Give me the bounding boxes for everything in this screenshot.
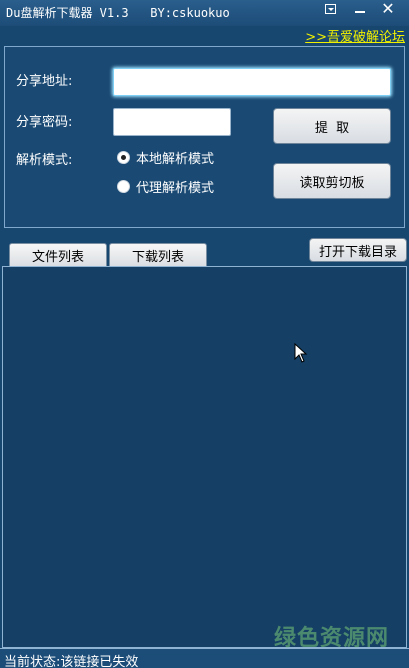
status-text: 当前状态:该链接已失效 — [4, 655, 139, 668]
parse-mode-label: 解析模式: — [16, 153, 73, 168]
list-view[interactable] — [2, 266, 407, 648]
radio-local-mode[interactable] — [117, 151, 130, 164]
share-url-label: 分享地址: — [16, 74, 73, 89]
mouse-pointer-icon — [294, 343, 308, 363]
input-panel: 分享地址: 分享密码: 解析模式: 本地解析模式 代理解析模式 提 取 读取剪切… — [4, 46, 405, 228]
open-download-dir-button[interactable]: 打开下载目录 — [309, 238, 407, 262]
extract-button[interactable]: 提 取 — [273, 108, 391, 144]
menu-button[interactable] — [318, 0, 342, 18]
tab-download-list[interactable]: 下载列表 — [109, 243, 207, 267]
read-clipboard-button[interactable]: 读取剪切板 — [273, 163, 391, 199]
share-password-label: 分享密码: — [16, 115, 73, 130]
minimize-icon — [355, 11, 365, 13]
title-bar: Du盘解析下载器 V1.3 BY:cskuokuo ✕ — [0, 0, 409, 26]
window-title: Du盘解析下载器 V1.3 BY:cskuokuo — [6, 6, 230, 20]
local-mode-label[interactable]: 本地解析模式 — [136, 148, 214, 167]
radio-proxy-mode[interactable] — [117, 180, 130, 193]
proxy-mode-label[interactable]: 代理解析模式 — [136, 177, 214, 196]
close-button[interactable]: ✕ — [376, 0, 400, 18]
share-password-input[interactable] — [113, 108, 231, 136]
minimize-button[interactable] — [348, 0, 372, 18]
forum-link[interactable]: >>吾爱破解论坛 — [305, 26, 405, 45]
status-bar: 当前状态:该链接已失效 — [0, 648, 409, 668]
close-icon: ✕ — [381, 0, 395, 18]
menu-dropdown-icon — [324, 4, 336, 14]
share-url-input[interactable] — [113, 68, 391, 96]
tab-file-list[interactable]: 文件列表 — [9, 243, 107, 267]
